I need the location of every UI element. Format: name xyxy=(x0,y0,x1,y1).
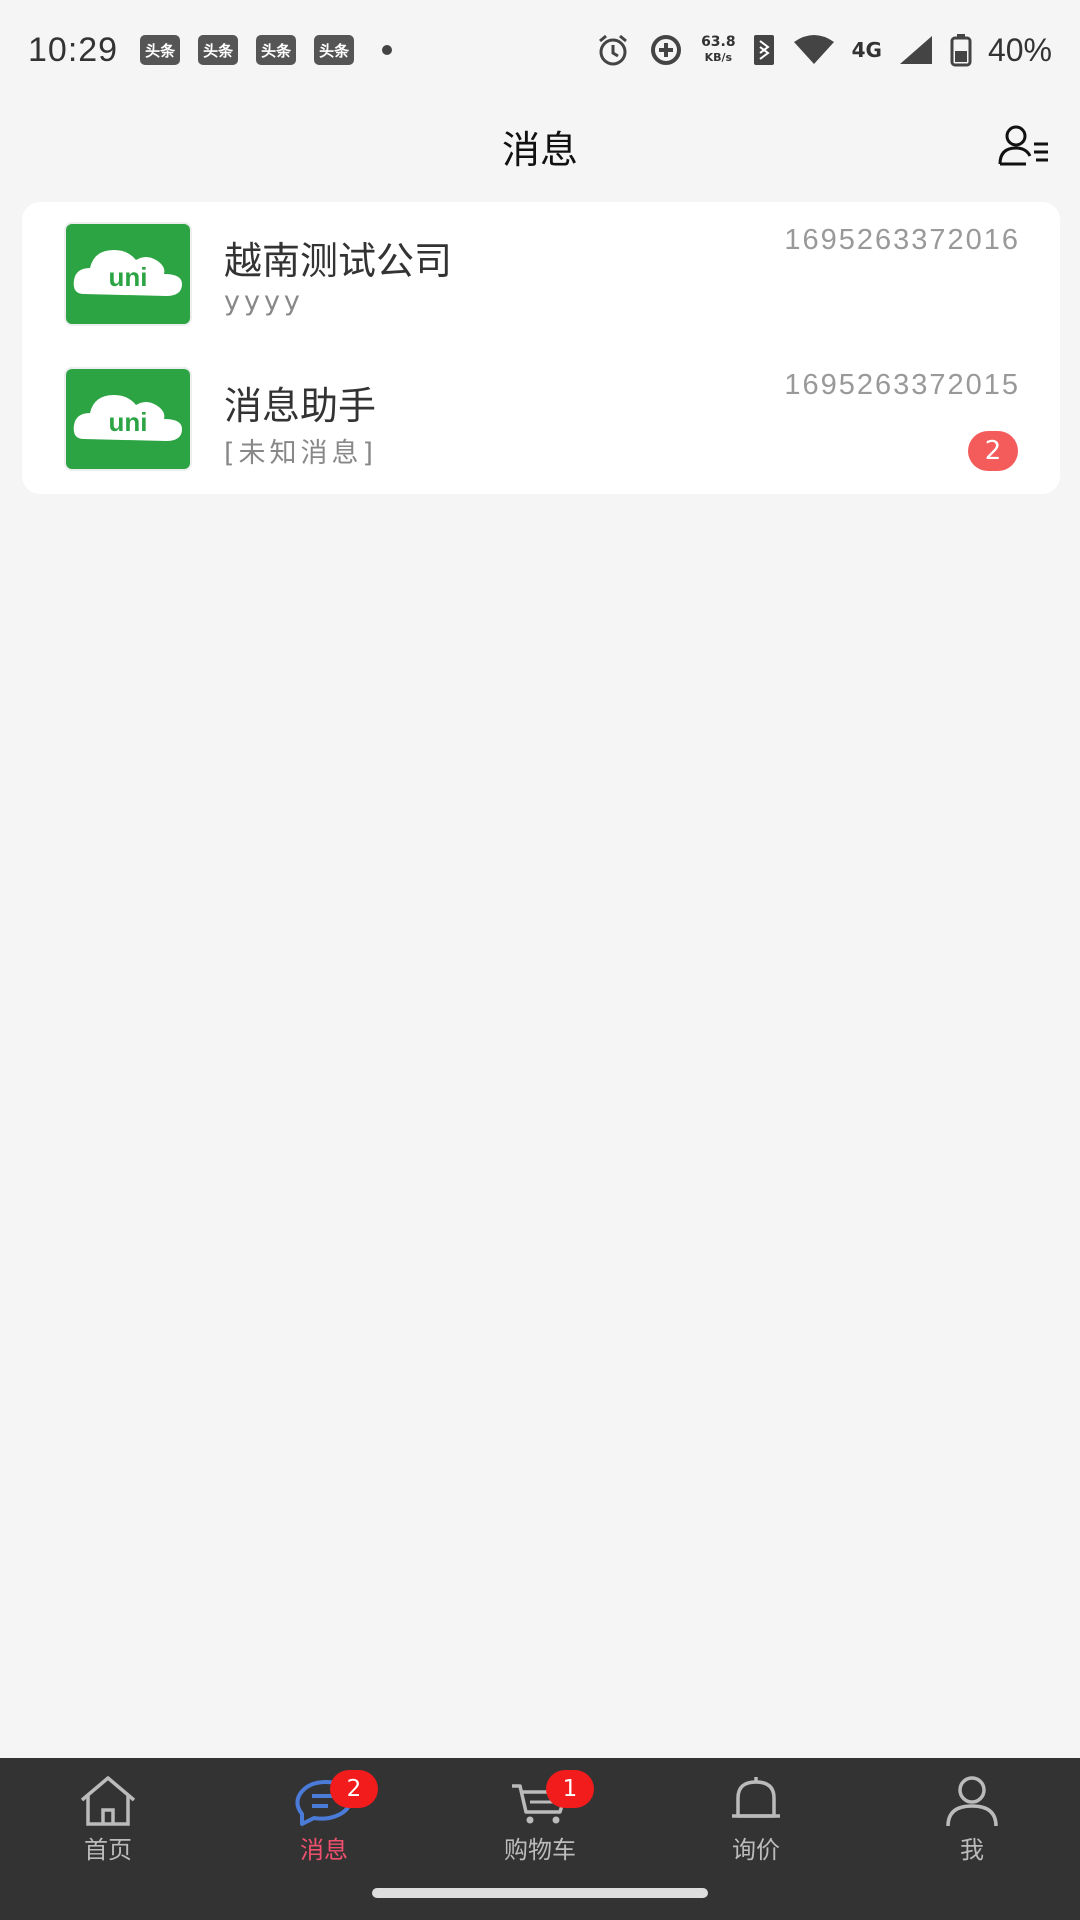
toutiao-app-icon: 头条 xyxy=(198,35,239,65)
uni-cloud-logo-icon: uni xyxy=(73,395,182,441)
network-type: 4G xyxy=(851,38,882,62)
tab-label: 消息 xyxy=(300,1836,348,1864)
alarm-icon xyxy=(599,34,628,66)
conversation-name: 越南测试公司 xyxy=(224,239,453,283)
contacts-list-icon[interactable] xyxy=(996,118,1052,174)
data-saver-icon xyxy=(651,35,682,65)
status-right-group: 63.8 KB/s 4G 40% xyxy=(595,32,1052,69)
tab-messages[interactable]: 消息 2 xyxy=(244,1770,404,1874)
tab-label: 首页 xyxy=(84,1836,132,1864)
conversation-time: 1695263372015 xyxy=(784,369,1020,401)
header: 消息 xyxy=(0,100,1080,192)
bell-icon xyxy=(732,1777,780,1818)
conversation-item[interactable]: uni 越南测试公司 yyyy 1695263372016 xyxy=(22,202,1060,347)
home-icon xyxy=(80,1776,136,1826)
svg-text:uni: uni xyxy=(109,407,148,437)
status-bar: 10:29 头条 头条 头条 头条 63.8 KB/s 4G 40% xyxy=(0,0,1080,100)
unread-badge: 2 xyxy=(968,431,1018,471)
tab-label: 询价 xyxy=(732,1836,780,1864)
network-speed: 63.8 KB/s xyxy=(701,34,736,65)
svg-text:uni: uni xyxy=(109,262,148,292)
more-notifications-dot xyxy=(382,45,393,55)
toutiao-app-icon: 头条 xyxy=(314,35,355,65)
tab-label: 购物车 xyxy=(504,1836,576,1864)
conversation-list: uni 越南测试公司 yyyy 1695263372016 uni 消息助手 [… xyxy=(22,202,1060,494)
conversation-preview: [未知消息] xyxy=(224,438,378,469)
tab-badge: 1 xyxy=(546,1770,594,1808)
tab-badge: 2 xyxy=(330,1770,378,1808)
uni-cloud-logo-icon: uni xyxy=(73,250,182,296)
avatar: uni xyxy=(66,224,190,324)
tab-inquiry[interactable]: 询价 xyxy=(676,1774,836,1874)
conversation-item[interactable]: uni 消息助手 [未知消息] 1695263372015 2 xyxy=(22,347,1060,492)
conversation-preview: yyyy xyxy=(224,286,304,317)
page-title: 消息 xyxy=(501,127,578,172)
tab-home[interactable]: 首页 xyxy=(28,1774,188,1874)
toutiao-app-icon: 头条 xyxy=(256,35,297,65)
conversation-name: 消息助手 xyxy=(224,384,377,428)
tab-label: 我 xyxy=(960,1836,984,1864)
status-time: 10:29 xyxy=(28,30,119,69)
tab-cart[interactable]: 购物车 1 xyxy=(460,1770,620,1874)
conversation-time: 1695263372016 xyxy=(784,224,1020,256)
avatar: uni xyxy=(66,369,190,469)
wifi-icon xyxy=(793,35,834,64)
battery-icon xyxy=(950,34,972,67)
toutiao-app-icon: 头条 xyxy=(140,35,181,65)
signal-icon xyxy=(899,36,932,64)
home-indicator[interactable] xyxy=(372,1888,708,1898)
profile-icon xyxy=(946,1776,998,1827)
tab-profile[interactable]: 我 xyxy=(892,1774,1052,1874)
bluetooth-icon xyxy=(753,35,774,65)
battery-percent: 40% xyxy=(987,31,1052,68)
